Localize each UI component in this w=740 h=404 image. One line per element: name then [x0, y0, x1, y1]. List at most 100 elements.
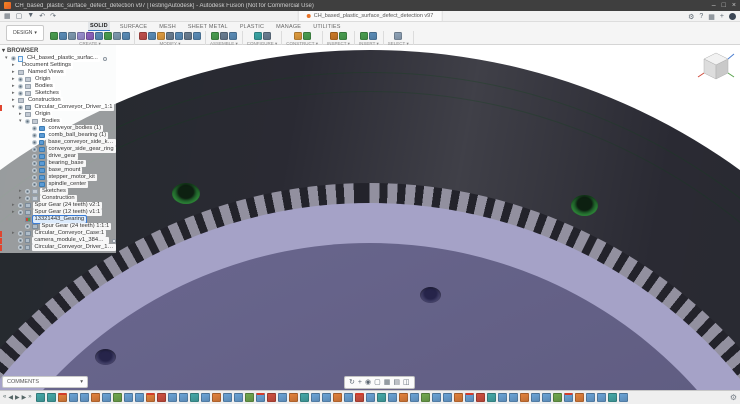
timeline-feature-icon[interactable] — [586, 393, 595, 402]
browser-row[interactable]: ▸Construction — [2, 97, 116, 104]
timeline-feature-icon[interactable] — [553, 393, 562, 402]
timeline-feature-icon[interactable] — [58, 393, 67, 402]
redo-icon[interactable]: ↷ — [50, 12, 56, 20]
view-cube[interactable] — [695, 47, 737, 89]
counterbore-hole[interactable] — [571, 195, 598, 216]
modify-tool-icon[interactable] — [166, 32, 174, 40]
timeline-feature-icon[interactable] — [80, 393, 89, 402]
timeline-feature-icon[interactable] — [564, 393, 573, 402]
browser-row[interactable]: spindle_center — [2, 181, 116, 188]
chevron-down-icon[interactable]: ▾ — [2, 47, 5, 54]
add-icon[interactable]: + — [720, 13, 724, 20]
visibility-eye-icon[interactable] — [25, 119, 30, 124]
visibility-eye-icon[interactable] — [32, 161, 37, 166]
timeline-feature-icon[interactable] — [476, 393, 485, 402]
workspace-selector[interactable]: DESIGN ▾ — [6, 25, 44, 41]
tab-plastic[interactable]: PLASTIC — [238, 23, 266, 31]
notifications-icon[interactable]: ⚙ — [688, 13, 694, 21]
browser-row[interactable]: ▾Bodies — [2, 118, 116, 125]
timeline-feature-icon[interactable] — [168, 393, 177, 402]
timeline-feature-icon[interactable] — [311, 393, 320, 402]
timeline-feature-icon[interactable] — [432, 393, 441, 402]
timeline-feature-icon[interactable] — [542, 393, 551, 402]
browser-row[interactable]: base_conveyor_side_kit (1) — [2, 139, 116, 146]
timeline-feature-icon[interactable] — [146, 393, 155, 402]
create-tool-icon[interactable] — [59, 32, 67, 40]
timeline-feature-icon[interactable] — [300, 393, 309, 402]
timeline-feature-icon[interactable] — [91, 393, 100, 402]
browser-row[interactable]: Spur Gear (24 teeth) 1:1:1 — [2, 223, 116, 230]
tab-surface[interactable]: SURFACE — [118, 23, 149, 31]
timeline-feature-icon[interactable] — [278, 393, 287, 402]
visibility-eye-icon[interactable] — [25, 224, 30, 229]
create-tool-icon[interactable] — [77, 32, 85, 40]
modify-tool-icon[interactable] — [148, 32, 156, 40]
browser-row[interactable]: ▸Bodies — [2, 83, 116, 90]
visibility-eye-icon[interactable] — [32, 182, 37, 187]
counterbore-hole[interactable] — [172, 183, 200, 204]
browser-row[interactable]: ▸Sketches — [2, 90, 116, 97]
skip-to-start-icon[interactable]: « — [3, 394, 6, 401]
visibility-eye-icon[interactable] — [32, 133, 37, 138]
browser-row[interactable]: Circular_Conveyor_Driver_1084 — [2, 244, 116, 251]
undo-icon[interactable]: ↶ — [39, 12, 45, 20]
create-tool-icon[interactable] — [113, 32, 121, 40]
zoom-window-icon[interactable]: ▢ — [374, 376, 381, 389]
timeline-feature-icon[interactable] — [608, 393, 617, 402]
timeline-feature-icon[interactable] — [619, 393, 628, 402]
minimize-button[interactable]: – — [712, 0, 716, 11]
timeline-feature-icon[interactable] — [498, 393, 507, 402]
browser-row[interactable]: ▸Named Views — [2, 69, 116, 76]
timeline-feature-icon[interactable] — [322, 393, 331, 402]
browser-row[interactable]: drive_gear — [2, 153, 116, 160]
assemble-tool-icon[interactable] — [229, 32, 237, 40]
inspect-tool-icon[interactable] — [339, 32, 347, 40]
browser-row[interactable]: camera_module_v1_384_ca... — [2, 237, 116, 244]
visibility-eye-icon[interactable] — [32, 168, 37, 173]
look-at-icon[interactable]: ◉ — [365, 376, 371, 389]
create-tool-icon[interactable] — [104, 32, 112, 40]
timeline-feature-icon[interactable] — [223, 393, 232, 402]
step-forward-icon[interactable]: ▶ — [22, 394, 27, 401]
browser-row[interactable]: ▾Circular_Conveyor_Driver_1:1 — [2, 104, 116, 111]
visibility-eye-icon[interactable] — [18, 231, 23, 236]
play-icon[interactable]: ▶ — [15, 394, 20, 401]
activate-radio-icon[interactable] — [103, 57, 107, 61]
timeline-feature-icon[interactable] — [388, 393, 397, 402]
create-tool-icon[interactable] — [50, 32, 58, 40]
insert-tool-icon[interactable] — [360, 32, 368, 40]
browser-row[interactable]: base_mount — [2, 167, 116, 174]
document-tab[interactable]: CH_based_plastic_surface_defect_detectio… — [298, 11, 443, 22]
timeline-feature-icon[interactable] — [113, 393, 122, 402]
visibility-eye-icon[interactable] — [18, 105, 23, 110]
browser-row[interactable]: ▾CH_based_plastic_surfac... — [2, 55, 116, 62]
timeline-feature-icon[interactable] — [245, 393, 254, 402]
modify-tool-icon[interactable] — [157, 32, 165, 40]
data-panel-icon[interactable]: ▦ — [4, 12, 11, 20]
modify-tool-icon[interactable] — [139, 32, 147, 40]
timeline-feature-icon[interactable] — [256, 393, 265, 402]
comments-bar[interactable]: COMMENTS ▾ — [2, 376, 88, 388]
timeline-feature-icon[interactable] — [410, 393, 419, 402]
timeline-feature-icon[interactable] — [487, 393, 496, 402]
visibility-eye-icon[interactable] — [18, 203, 23, 208]
browser-row[interactable]: ▸Origin — [2, 76, 116, 83]
browser-row[interactable]: ▸Document Settings — [2, 62, 116, 69]
insert-tool-icon[interactable] — [369, 32, 377, 40]
viewports-icon[interactable]: ◫ — [403, 376, 410, 389]
caret-down-icon[interactable]: ▾ — [19, 118, 23, 125]
model-viewport[interactable]: ▾ BROWSER ▾CH_based_plastic_surfac...▸Do… — [0, 45, 740, 390]
browser-row[interactable]: ▸Spur Gear (24 teeth) v2:1 — [2, 202, 116, 209]
browser-row[interactable]: ▸Construction — [2, 195, 116, 202]
visibility-eye-icon[interactable] — [32, 154, 37, 159]
avatar[interactable] — [729, 13, 736, 20]
timeline-feature-icon[interactable] — [135, 393, 144, 402]
caret-right-icon[interactable]: ▸ — [12, 209, 16, 216]
timeline-feature-icon[interactable] — [267, 393, 276, 402]
modify-tool-icon[interactable] — [193, 32, 201, 40]
step-back-icon[interactable]: ◀ — [8, 394, 13, 401]
display-settings-icon[interactable]: ▤ — [393, 376, 400, 389]
timeline-feature-icon[interactable] — [531, 393, 540, 402]
caret-right-icon[interactable]: ▸ — [12, 90, 16, 97]
caret-right-icon[interactable]: ▸ — [19, 111, 23, 118]
